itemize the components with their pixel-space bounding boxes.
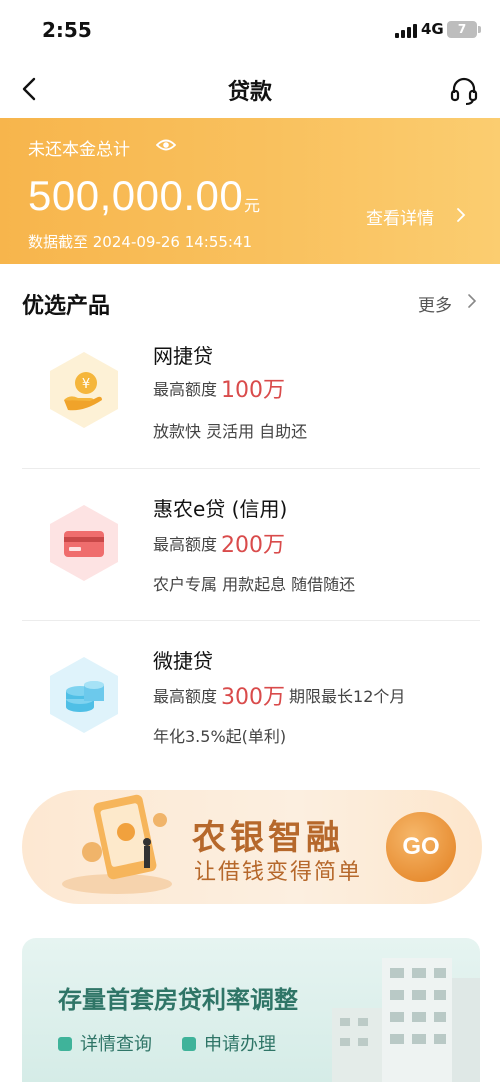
- product-item-huinong-edai[interactable]: 惠农e贷 (信用) 最高额度 200万 农户专属 用款起息 随借随还: [22, 468, 480, 620]
- product-name: 微捷贷: [153, 649, 213, 673]
- loan-balance-banner: 未还本金总计 500,000.00 元 查看详情 数据截至 2024-09-26…: [0, 118, 500, 264]
- promo-title: 农银智融: [192, 818, 344, 858]
- featured-products-title: 优选产品: [22, 294, 111, 319]
- status-bar: 2:55 4G 7: [0, 0, 500, 60]
- network-type: 4G: [421, 20, 444, 38]
- details-query-link[interactable]: 详情查询: [58, 1030, 152, 1056]
- product-limit: 最高额度 200万: [153, 527, 285, 559]
- balance-unit: 元: [244, 196, 261, 215]
- eye-icon[interactable]: [156, 138, 176, 152]
- limit-label: 最高额度: [153, 687, 218, 706]
- phone-illustration: [62, 794, 172, 894]
- go-button[interactable]: GO: [386, 812, 456, 882]
- battery-icon: 7: [447, 21, 481, 38]
- product-limit: 最高额度 100万: [153, 372, 285, 404]
- headset-icon: [450, 77, 478, 105]
- product-item-wangjiedai[interactable]: ¥ 网捷贷 最高额度 100万 放款快 灵活用 自助还: [22, 318, 480, 470]
- balance-amount: 500,000.00: [28, 172, 244, 219]
- hand-coin-icon: ¥: [50, 352, 118, 428]
- coin-stack-icon: [50, 657, 118, 733]
- nav-bar: 贷款: [0, 60, 500, 118]
- product-item-weijiedai[interactable]: 微捷贷 最高额度 300万 期限最长12个月 年化3.5%起(单利): [22, 620, 480, 772]
- limit-value: 200万: [221, 533, 286, 558]
- apply-link[interactable]: 申请办理: [182, 1030, 276, 1056]
- limit-value: 300万: [221, 685, 286, 710]
- credit-card-icon: [50, 505, 118, 581]
- view-details-link[interactable]: 查看详情: [366, 204, 434, 229]
- status-time: 2:55: [42, 18, 92, 42]
- limit-label: 最高额度: [153, 535, 218, 554]
- signal-icon: [395, 24, 417, 38]
- data-timestamp: 数据截至 2024-09-26 14:55:41: [28, 233, 253, 251]
- product-tags: 放款快 灵活用 自助还: [153, 422, 308, 441]
- product-name: 网捷贷: [153, 344, 213, 368]
- apply-label: 申请办理: [204, 1034, 276, 1055]
- promo-subtitle: 让借钱变得简单: [194, 860, 363, 885]
- customer-service-button[interactable]: [448, 74, 480, 106]
- product-limit: 最高额度 300万 期限最长12个月: [153, 679, 405, 711]
- bullet-square-icon: [182, 1037, 196, 1051]
- bullet-square-icon: [58, 1037, 72, 1051]
- page-title: 贷款: [227, 80, 272, 105]
- limit-value: 100万: [221, 378, 286, 403]
- svg-text:¥: ¥: [82, 377, 90, 392]
- limit-label: 最高额度: [153, 380, 218, 399]
- more-link[interactable]: 更多: [418, 291, 452, 316]
- details-query-label: 详情查询: [80, 1034, 152, 1055]
- mortgage-rate-card[interactable]: 存量首套房贷利率调整 详情查询 申请办理: [22, 938, 480, 1082]
- promo-banner[interactable]: 农银智融 让借钱变得简单 GO: [22, 790, 482, 904]
- buildings-illustration: [332, 958, 480, 1082]
- product-tags: 农户专属 用款起息 随借随还: [153, 575, 356, 594]
- chevron-right-icon[interactable]: [455, 206, 467, 224]
- limit-term: 期限最长12个月: [289, 687, 406, 706]
- balance-label: 未还本金总计: [28, 140, 130, 160]
- product-name: 惠农e贷 (信用): [153, 497, 288, 521]
- mortgage-title: 存量首套房贷利率调整: [58, 986, 298, 1014]
- chevron-right-icon[interactable]: [466, 292, 478, 310]
- product-tags: 年化3.5%起(单利): [153, 727, 287, 746]
